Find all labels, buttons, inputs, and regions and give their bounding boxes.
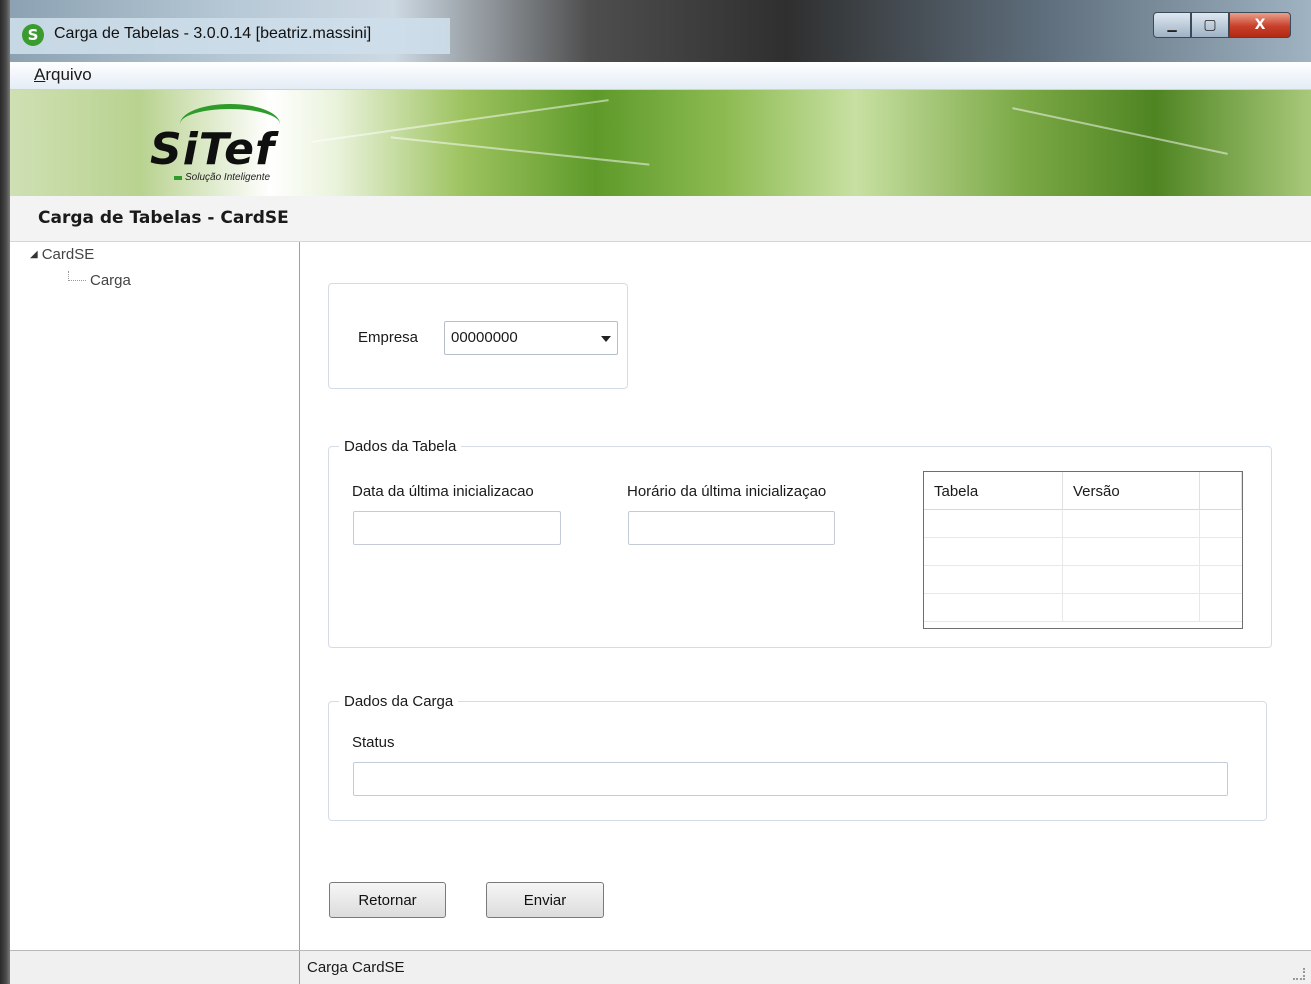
banner-decoration — [1012, 107, 1228, 155]
logo-tagline: Solução Inteligente — [185, 172, 271, 183]
status-bar-text: Carga CardSE — [307, 959, 405, 976]
window-left-border — [0, 0, 10, 984]
data-ultima-inicializacao-label: Data da última inicializacao — [352, 483, 534, 500]
table-row[interactable] — [924, 594, 1242, 622]
tree-item-label: CardSE — [41, 246, 95, 263]
table-cell — [924, 538, 1063, 566]
column-header-versao[interactable]: Versão — [1063, 472, 1200, 510]
table-cell — [924, 510, 1063, 538]
table-cell — [924, 566, 1063, 594]
retornar-button[interactable]: Retornar — [329, 882, 446, 918]
menu-bar: Arquivo — [10, 62, 1311, 90]
close-button[interactable]: X — [1229, 12, 1291, 38]
empresa-select[interactable]: 00000000 — [444, 321, 618, 355]
window-title: Carga de Tabelas - 3.0.0.14 [beatriz.mas… — [54, 25, 372, 42]
table-cell — [1063, 510, 1200, 538]
menu-arquivo[interactable]: Arquivo — [34, 65, 92, 85]
close-icon: X — [1254, 17, 1266, 33]
horario-ultima-inicializacao-field[interactable] — [628, 511, 835, 545]
page-header: Carga de Tabelas - CardSE — [10, 196, 1311, 242]
expand-arrow-icon[interactable]: ◢ — [30, 249, 38, 260]
tagline-dot-icon — [174, 176, 182, 180]
tree-item-label: Carga — [90, 272, 131, 289]
resize-grip-icon[interactable] — [1293, 968, 1305, 980]
menu-arquivo-label: rquivo — [45, 65, 92, 84]
grid-header: Tabela Versão — [924, 472, 1242, 510]
sitef-banner: SiTef Solução Inteligente — [10, 90, 1311, 196]
horario-ultima-inicializacao-label: Horário da última inicializaçao — [627, 483, 827, 500]
dados-carga-group: Dados da Carga — [328, 693, 1267, 821]
banner-decoration — [311, 99, 609, 143]
empresa-panel: Empresa 00000000 — [328, 283, 628, 389]
maximize-button[interactable]: ▢ — [1191, 12, 1229, 38]
title-bar[interactable]: S Carga de Tabelas - 3.0.0.14 [beatriz.m… — [0, 0, 1311, 62]
app-window: S Carga de Tabelas - 3.0.0.14 [beatriz.m… — [0, 0, 1311, 984]
sitef-logo: SiTef — [150, 124, 276, 175]
tabelas-grid[interactable]: Tabela Versão — [923, 471, 1243, 629]
sidebar-tree: ◢ CardSE Carga — [10, 242, 300, 950]
dados-tabela-legend: Dados da Tabela — [344, 438, 457, 455]
enviar-button[interactable]: Enviar — [486, 882, 604, 918]
maximize-icon: ▢ — [1203, 17, 1217, 33]
table-cell — [1063, 566, 1200, 594]
app-icon: S — [22, 24, 44, 46]
minimize-button[interactable]: ▁ — [1153, 12, 1191, 38]
page-title: Carga de Tabelas - CardSE — [38, 208, 289, 228]
table-cell — [1063, 594, 1200, 622]
tree-item-cardse[interactable]: ◢ CardSE — [30, 246, 94, 263]
status-bar: Carga CardSE — [10, 950, 1311, 984]
tree-connector-icon — [68, 270, 86, 281]
menu-arquivo-mnemonic: A — [34, 65, 46, 84]
dados-carga-legend: Dados da Carga — [344, 693, 454, 710]
table-row[interactable] — [924, 510, 1242, 538]
window-controls: ▁ ▢ X — [1153, 12, 1291, 40]
table-cell — [1063, 538, 1200, 566]
status-label: Status — [352, 734, 395, 751]
dropdown-arrow-icon — [601, 336, 611, 342]
status-field[interactable] — [353, 762, 1228, 796]
empresa-selected-value: 00000000 — [451, 329, 518, 346]
table-row[interactable] — [924, 566, 1242, 594]
column-header-filler — [1200, 472, 1242, 510]
tree-item-carga[interactable]: Carga — [68, 270, 131, 289]
column-header-tabela[interactable]: Tabela — [924, 472, 1063, 510]
data-ultima-inicializacao-field[interactable] — [353, 511, 561, 545]
table-row[interactable] — [924, 538, 1242, 566]
status-separator — [299, 951, 300, 984]
table-cell — [924, 594, 1063, 622]
main-content: Empresa 00000000 Dados da Tabela Data da… — [301, 242, 1311, 950]
empresa-label: Empresa — [358, 329, 419, 346]
minimize-icon: ▁ — [1167, 18, 1177, 32]
banner-decoration — [390, 136, 650, 166]
